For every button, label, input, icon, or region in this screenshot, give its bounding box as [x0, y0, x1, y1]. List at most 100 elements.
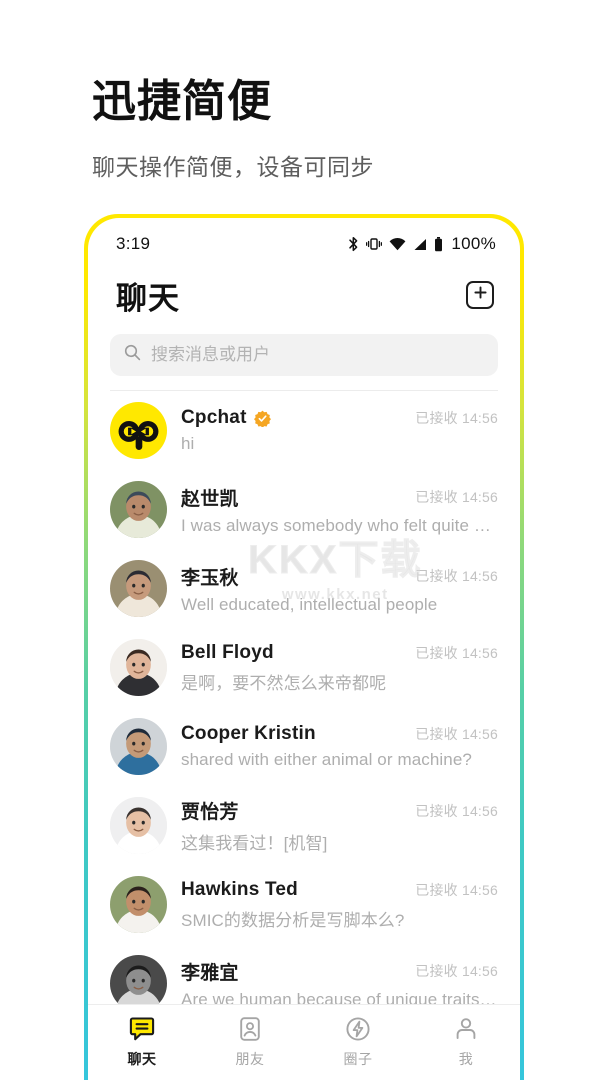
chat-time-label: 14:56: [461, 489, 498, 505]
avatar: [110, 876, 167, 933]
tab-label-chat: 聊天: [127, 1051, 157, 1067]
tab-label-friends: 朋友: [235, 1051, 265, 1067]
lightning-circle-icon: [344, 1014, 372, 1044]
chat-item-header: 贾怡芳 已接收 14:56: [181, 797, 498, 824]
tab-label-me: 我: [458, 1051, 474, 1067]
search-box[interactable]: [110, 334, 498, 376]
status-bar-icons: 100%: [348, 234, 496, 254]
chat-contact-name: 李玉秋: [181, 567, 239, 589]
chat-status-label: 已接收: [415, 644, 458, 661]
chat-time-label: 14:56: [461, 726, 498, 742]
plus-icon: [473, 285, 488, 305]
avatar: [110, 481, 167, 538]
chat-status-time: 已接收 14:56: [405, 408, 498, 428]
chat-preview-message: Well educated, intellectual people: [181, 594, 438, 614]
avatar: [110, 560, 167, 617]
chat-item-content: 李玉秋 已接收 14:56 Well educated, intellectual …: [181, 563, 498, 615]
chat-item-content: Bell Floyd 已接收 14:56 是啊，要不然怎么来帝都呢: [181, 642, 498, 694]
chat-list-item[interactable]: Bell Floyd 已接收 14:56 是啊，要不然怎么来帝都呢: [88, 628, 520, 707]
chat-item-header: 李雅宜 已接收 14:56: [181, 958, 498, 985]
battery-percent-label: 100%: [451, 234, 496, 253]
contact-card-icon: [236, 1014, 264, 1044]
vibrate-icon: [366, 237, 383, 251]
add-chat-button[interactable]: [466, 281, 494, 309]
chat-item-header: Cpchat 已接收 14:56: [181, 407, 498, 429]
chat-preview-message: I was always somebody who felt quite …: [181, 515, 491, 535]
chat-time-label: 14:56: [461, 881, 498, 898]
chat-time-label: 14:56: [461, 963, 498, 979]
chat-status-label: 已接收: [415, 568, 458, 584]
chat-item-content: 赵世凯 已接收 14:56 I was always somebody who fe…: [181, 484, 498, 536]
chat-list: Cpchat 已接收 14:56 hi 赵世凯 已接收 14:56 I was alway…: [88, 391, 520, 1023]
chat-item-content: Hawkins Ted 已接收 14:56 SMIC的数据分析是写脚本么?: [181, 879, 498, 931]
chat-status-time: 已接收 14:56: [405, 801, 498, 821]
app-bar: 聊天: [88, 264, 520, 326]
phone-screen: 3:19 100% 聊天 搜索消息或用户 Cpchat 已接收 14:56 hi…: [88, 218, 520, 1080]
chat-status-time: 已接收 14:56: [405, 961, 498, 981]
chat-preview-message: shared with either animal or machine?: [181, 750, 472, 769]
chat-time-label: 14:56: [461, 644, 498, 661]
chat-time-label: 14:56: [461, 410, 498, 426]
tab-chat[interactable]: 聊天: [88, 1014, 196, 1069]
verified-badge-icon: [253, 410, 271, 428]
chat-item-content: Cooper Kristin 已接收 14:56 shared with eithe…: [181, 723, 498, 770]
promo-screenshot-page: 迅捷简便 聊天操作简便，设备可同步 3:19 100% 聊天 搜索消息或用户 C…: [0, 0, 607, 1080]
chat-contact-name: Bell Floyd: [181, 641, 274, 663]
chat-list-item[interactable]: 赵世凯 已接收 14:56 I was always somebody who fe…: [88, 470, 520, 549]
chat-status-time: 已接收 14:56: [405, 724, 498, 744]
chat-item-header: 赵世凯 已接收 14:56: [181, 484, 498, 511]
promo-header: 迅捷简便 聊天操作简便，设备可同步: [0, 0, 607, 182]
chat-item-content: 贾怡芳 已接收 14:56 这集我看过！[机智]: [181, 797, 498, 854]
tab-me[interactable]: 我: [412, 1014, 520, 1069]
chat-contact-name: Cpchat: [181, 407, 247, 428]
avatar: [110, 402, 167, 459]
chat-contact-name: Cooper Kristin: [181, 723, 316, 744]
chat-time-label: 14:56: [461, 802, 498, 819]
chat-list-item[interactable]: Cpchat 已接收 14:56 hi: [88, 391, 520, 470]
page-subtitle: 聊天操作简便，设备可同步: [92, 154, 374, 181]
chat-list-item[interactable]: Hawkins Ted 已接收 14:56 SMIC的数据分析是写脚本么?: [88, 865, 520, 944]
chat-item-header: Bell Floyd 已接收 14:56: [181, 642, 498, 664]
chat-list-item[interactable]: 贾怡芳 已接收 14:56 这集我看过！[机智]: [88, 786, 520, 865]
search-icon: [124, 344, 141, 366]
chat-preview-message: 是啊，要不然怎么来帝都呢: [181, 673, 387, 693]
avatar: [110, 797, 167, 854]
tab-moments[interactable]: 圈子: [304, 1014, 412, 1069]
chat-preview-message: SMIC的数据分析是写脚本么?: [181, 910, 405, 930]
chat-time-label: 14:56: [461, 568, 498, 584]
app-bar-title: 聊天: [116, 280, 180, 316]
battery-icon: [434, 236, 443, 252]
chat-preview-message: hi: [181, 434, 195, 453]
cellular-signal-icon: [413, 238, 427, 251]
chat-list-item[interactable]: Cooper Kristin 已接收 14:56 shared with eithe…: [88, 707, 520, 786]
phone-frame: 3:19 100% 聊天 搜索消息或用户 Cpchat 已接收 14:56 hi…: [84, 214, 524, 1080]
wifi-icon: [389, 237, 406, 251]
search-input[interactable]: [151, 345, 484, 365]
chat-list-item[interactable]: 李玉秋 已接收 14:56 Well educated, intellectual …: [88, 549, 520, 628]
chat-item-header: 李玉秋 已接收 14:56: [181, 563, 498, 590]
bluetooth-icon: [348, 236, 359, 252]
person-icon: [452, 1014, 480, 1044]
avatar: [110, 718, 167, 775]
chat-status-label: 已接收: [415, 726, 458, 742]
chat-status-time: 已接收 14:56: [405, 643, 498, 663]
chat-item-header: Hawkins Ted 已接收 14:56: [181, 879, 498, 901]
status-bar-time: 3:19: [116, 234, 151, 253]
chat-status-time: 已接收 14:56: [405, 880, 498, 900]
chat-contact-name: Hawkins Ted: [181, 878, 298, 900]
chat-status-time: 已接收 14:56: [405, 487, 498, 507]
bottom-navigation: 聊天 朋友 圈子 我: [88, 1004, 520, 1080]
status-bar: 3:19 100%: [88, 218, 520, 264]
chat-item-content: 李雅宜 已接收 14:56 Are we human because of uniq…: [181, 958, 498, 1010]
chat-bubble-icon: [128, 1014, 156, 1044]
chat-status-label: 已接收: [415, 410, 458, 426]
avatar: [110, 639, 167, 696]
chat-contact-name: 贾怡芳: [181, 802, 239, 823]
tab-label-moments: 圈子: [343, 1051, 373, 1067]
chat-preview-message: 这集我看过！[机智]: [181, 834, 328, 853]
chat-contact-name: 李雅宜: [181, 962, 239, 984]
chat-item-header: Cooper Kristin 已接收 14:56: [181, 723, 498, 745]
chat-contact-name: 赵世凯: [181, 488, 239, 510]
chat-status-label: 已接收: [415, 802, 458, 819]
tab-friends[interactable]: 朋友: [196, 1014, 304, 1069]
